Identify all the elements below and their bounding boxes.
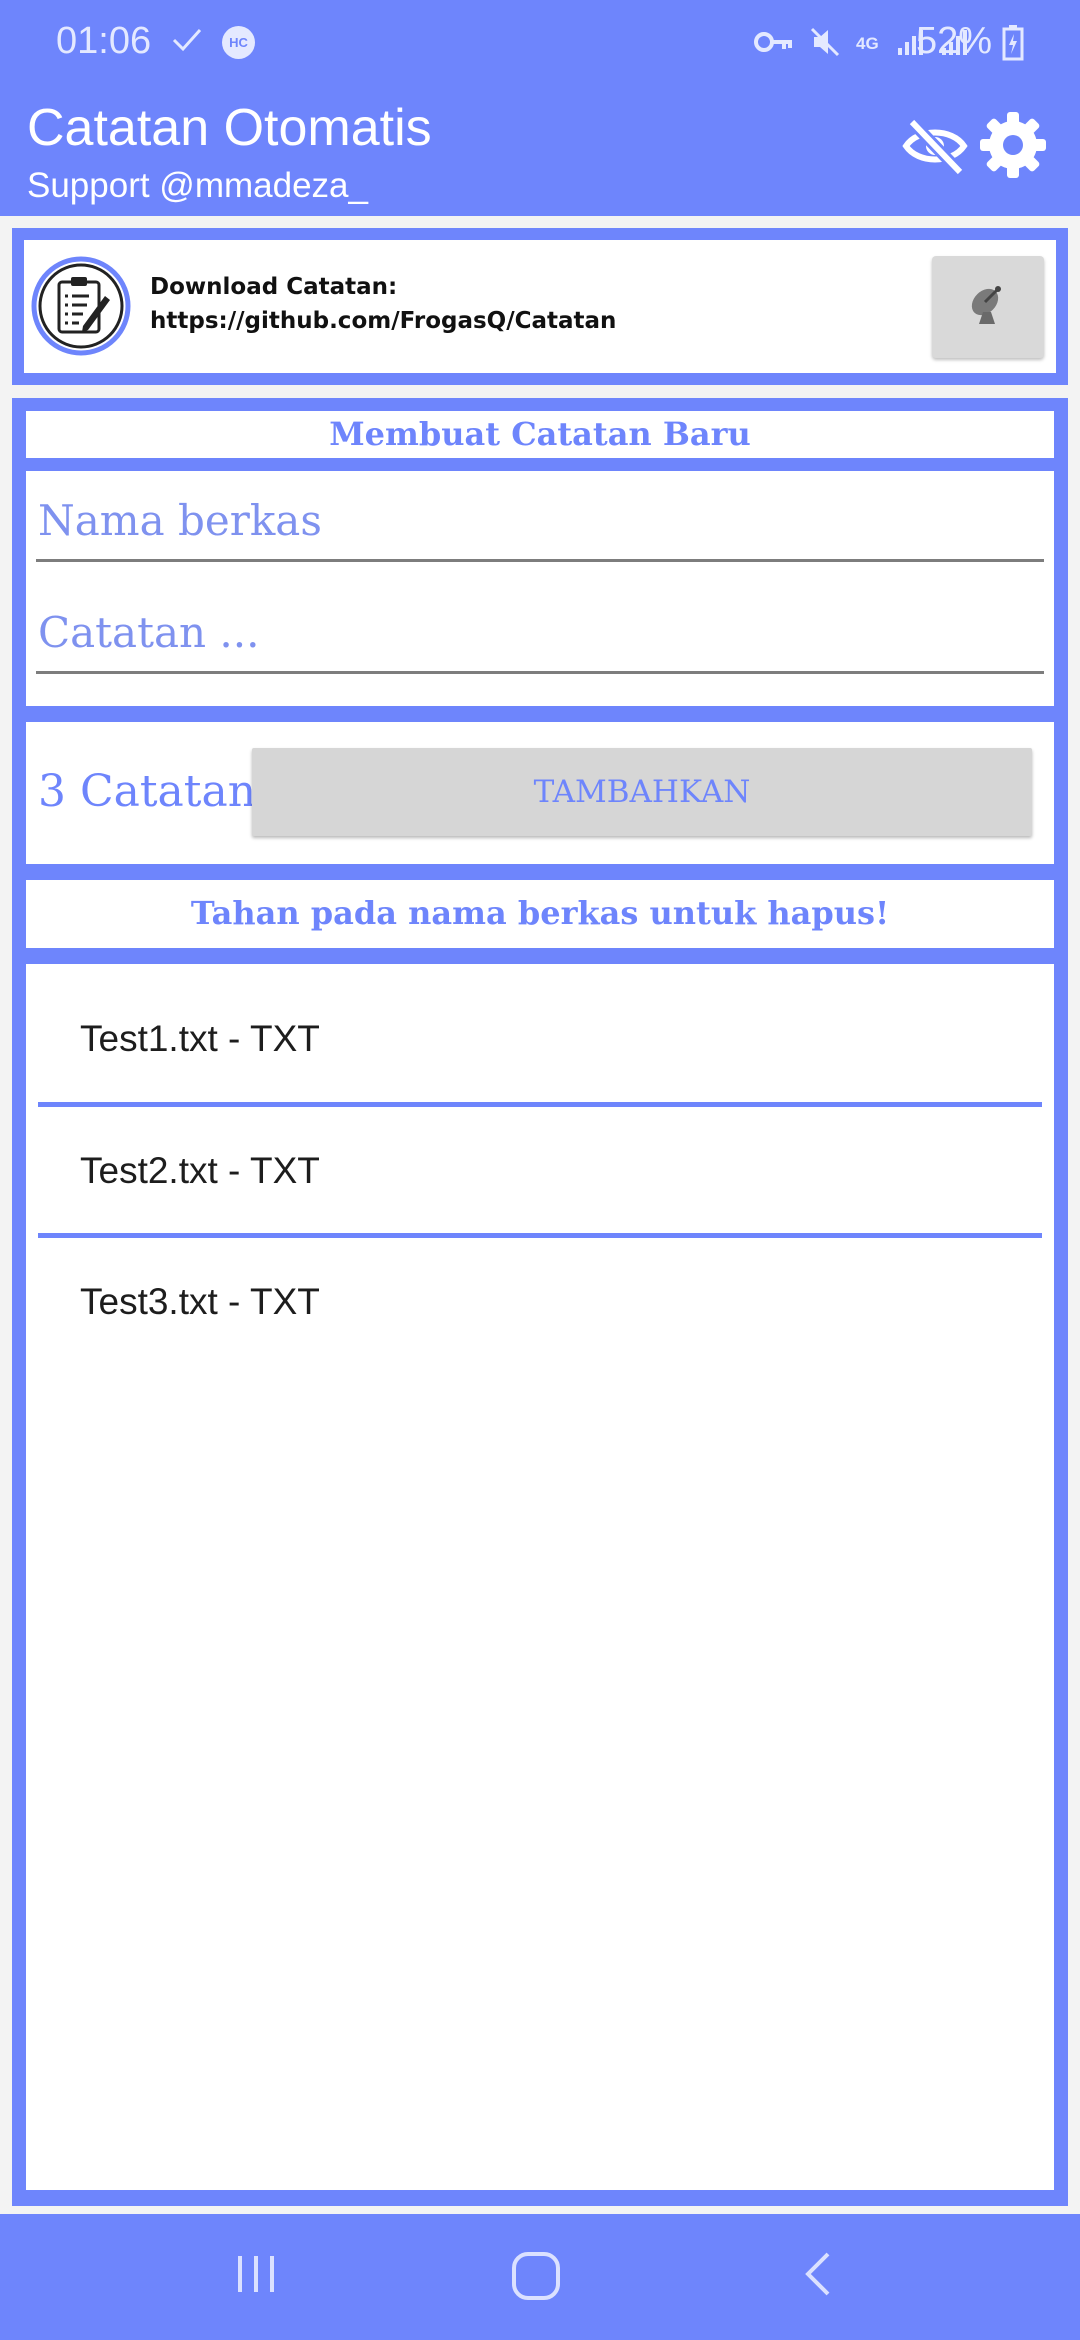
satellite-dish-icon: [965, 282, 1011, 333]
status-bar: 01:06 HC 4G 52%: [0, 0, 1080, 86]
download-info: Download Catatan: https://github.com/Fro…: [150, 270, 616, 338]
battery-charging-icon: [1002, 25, 1024, 66]
new-note-title: Membuat Catatan Baru: [329, 415, 751, 453]
network-type: 4G: [856, 34, 882, 53]
status-time: 01:06: [56, 20, 152, 62]
navigation-bar: [0, 2214, 1080, 2340]
list-divider: [38, 1233, 1042, 1238]
list-item-file-1[interactable]: Test1.txt - TXT: [80, 1018, 320, 1060]
app-subtitle: Support @mmadeza_: [27, 166, 368, 205]
note-count: 3 Catatan: [38, 766, 257, 817]
app-title: Catatan Otomatis: [27, 99, 432, 157]
note-clipboard-icon: [31, 256, 131, 361]
list-divider: [38, 1102, 1042, 1107]
home-icon[interactable]: [508, 2248, 564, 2309]
hc-icon: HC: [222, 26, 255, 59]
note-input[interactable]: Catatan ...: [36, 608, 1044, 674]
gear-icon[interactable]: [978, 110, 1048, 185]
mute-icon: [808, 25, 842, 64]
add-button[interactable]: TAMBAHKAN: [252, 748, 1032, 836]
list-item-file-2[interactable]: Test2.txt - TXT: [80, 1150, 320, 1192]
check-icon: [170, 22, 204, 61]
back-icon[interactable]: [794, 2248, 846, 2305]
filename-input[interactable]: Nama berkas: [36, 496, 1044, 562]
vpn-key-icon: [754, 29, 794, 60]
network-label: 4G: [856, 34, 879, 53]
file-list: [26, 964, 1054, 2190]
hint-text: Tahan pada nama berkas untuk hapus!: [190, 894, 890, 932]
eye-off-icon[interactable]: [900, 116, 970, 183]
list-item-file-3[interactable]: Test3.txt - TXT: [80, 1281, 320, 1323]
download-url[interactable]: https://github.com/FrogasQ/Catatan: [150, 304, 616, 338]
download-label: Download Catatan:: [150, 274, 398, 300]
recents-icon[interactable]: [230, 2248, 282, 2305]
battery-percentage: 52%: [915, 20, 992, 62]
app-bar: Catatan Otomatis Support @mmadeza_: [0, 86, 1080, 216]
download-button[interactable]: [932, 256, 1044, 358]
